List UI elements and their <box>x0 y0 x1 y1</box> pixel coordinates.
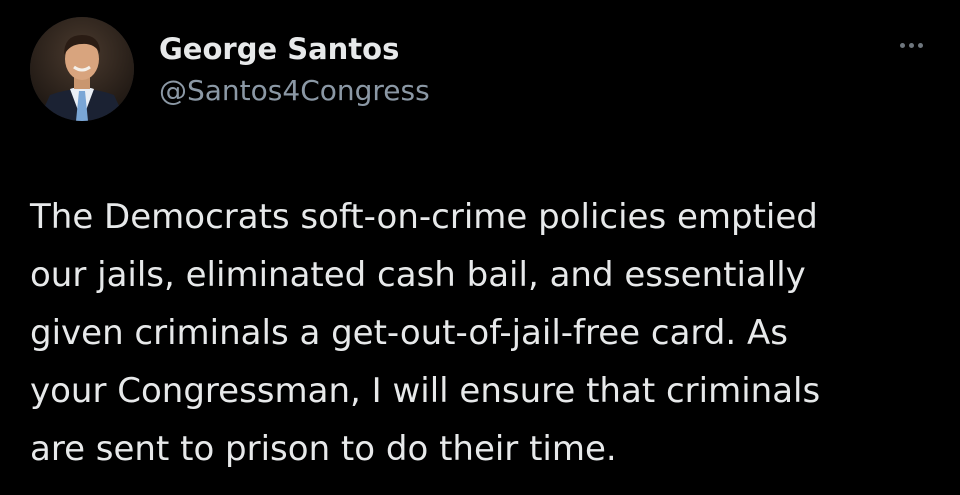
tweet-card: George Santos @Santos4Congress The Democ… <box>0 0 960 495</box>
more-options-icon[interactable] <box>886 30 936 60</box>
more-dot <box>899 42 905 48</box>
tweet-line: are sent to prison to do their time. <box>30 429 617 469</box>
tweet-text: The Democrats soft-on-crime policies emp… <box>30 188 940 478</box>
avatar-photo-icon <box>30 17 134 121</box>
tweet-line: The Democrats soft-on-crime policies emp… <box>30 197 818 237</box>
more-dot <box>917 42 923 48</box>
more-dot <box>908 42 914 48</box>
tweet-line: our jails, eliminated cash bail, and ess… <box>30 255 806 295</box>
author-handle[interactable]: @Santos4Congress <box>159 74 430 107</box>
tweet-line: your Congressman, I will ensure that cri… <box>30 371 821 411</box>
author-display-name[interactable]: George Santos <box>159 32 399 66</box>
author-avatar[interactable] <box>30 17 134 121</box>
tweet-line: given criminals a get-out-of-jail-free c… <box>30 313 788 353</box>
